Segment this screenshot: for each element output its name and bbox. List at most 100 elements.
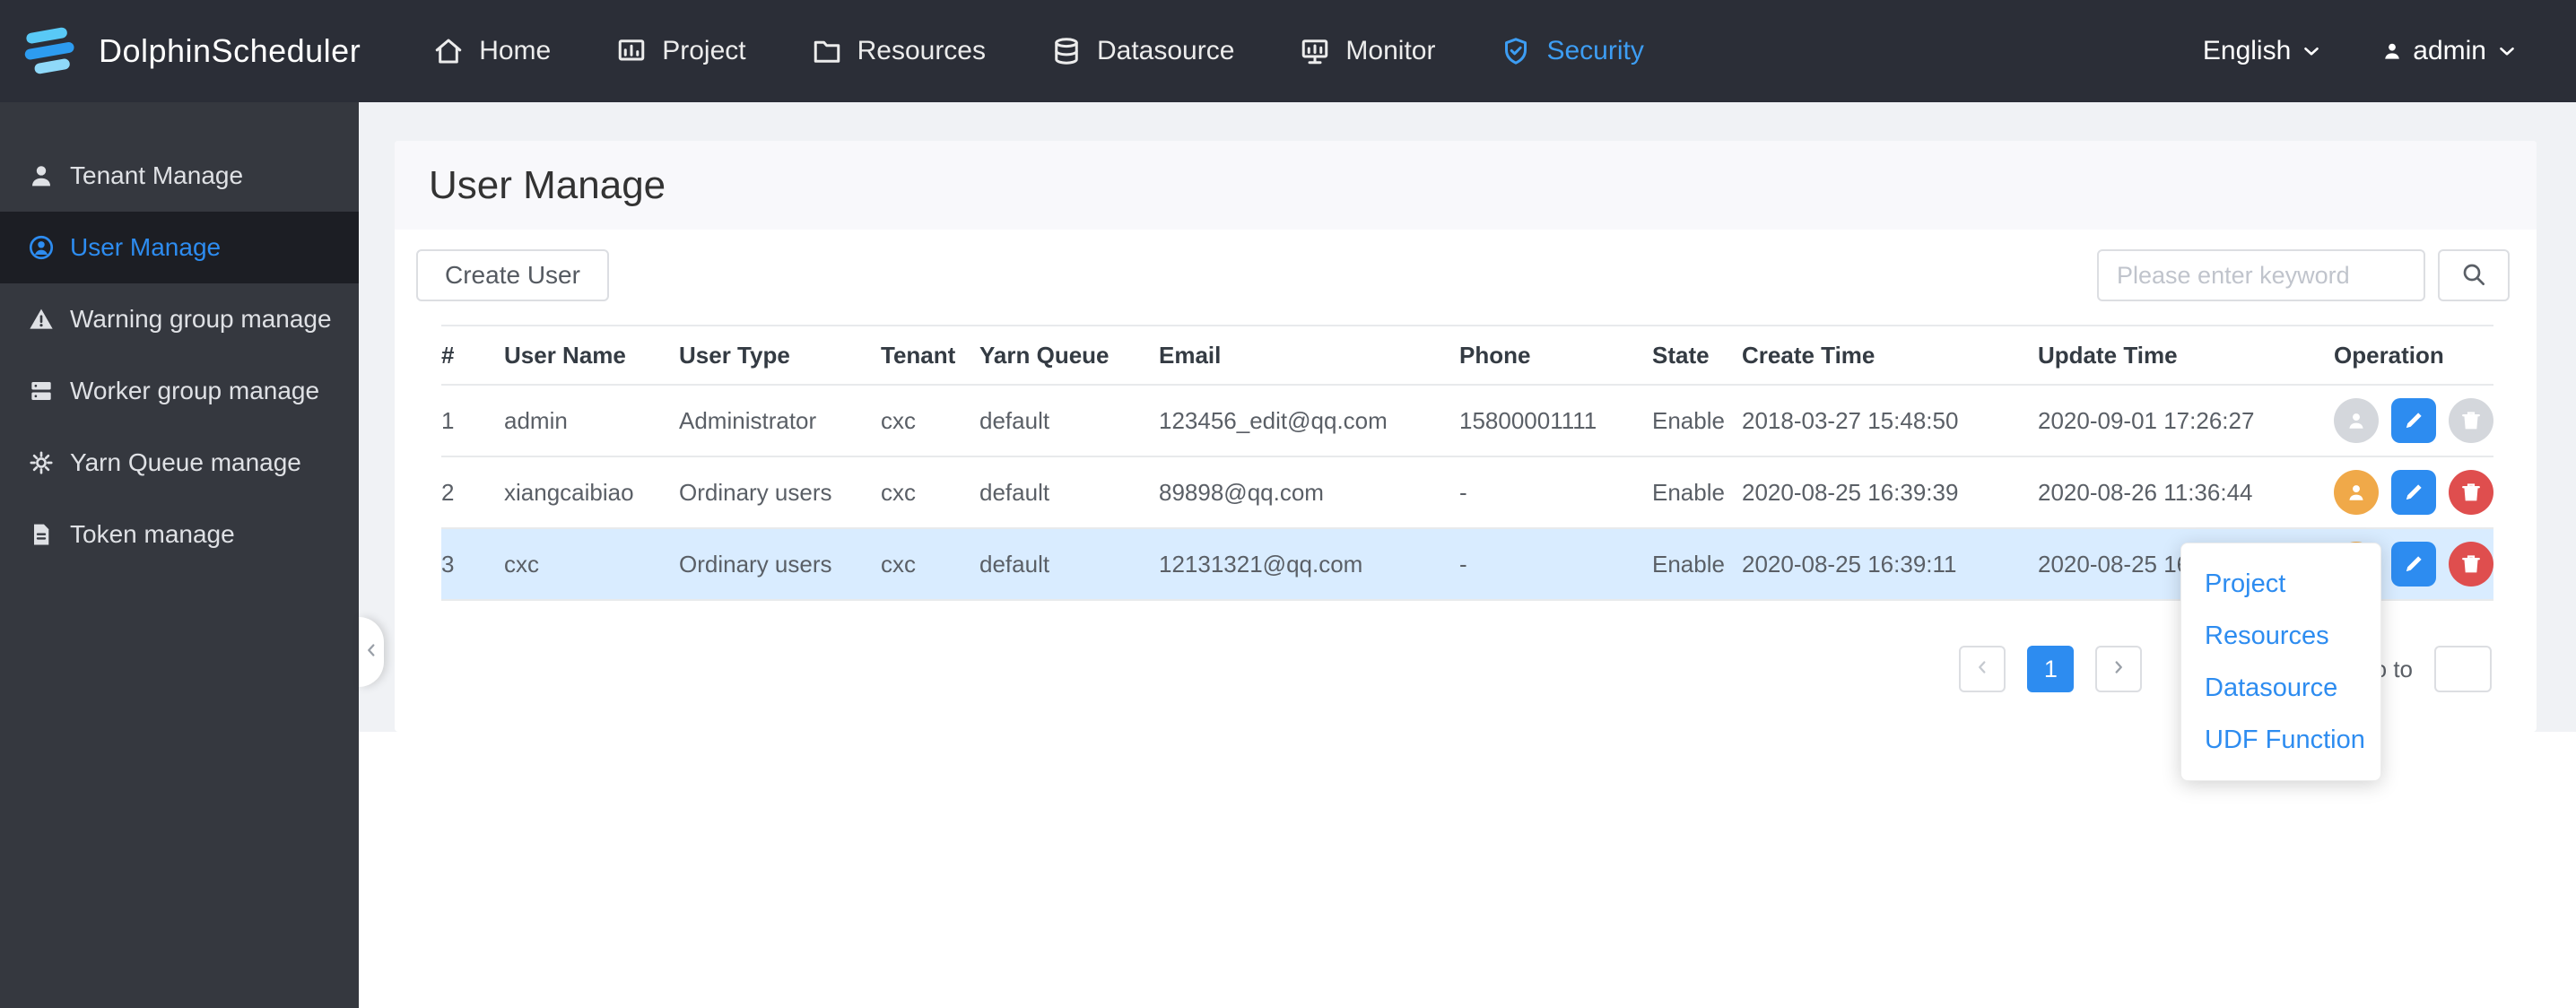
delete-user-button[interactable] (2449, 470, 2493, 515)
col-header-user-type: User Type (679, 325, 881, 386)
col-header-operation: Operation (2334, 325, 2493, 386)
table-header-row: # User Name User Type Tenant Yarn Queue … (441, 325, 2493, 386)
cell-state: Enable (1652, 385, 1742, 457)
project-icon (615, 35, 648, 67)
page-title: User Manage (429, 162, 666, 207)
authorize-user-icon (2344, 408, 2369, 433)
authorize-user-icon (2344, 480, 2369, 505)
sidebar-item-label: Warning group manage (70, 305, 332, 333)
sidebar-item-warning-group-manage[interactable]: Warning group manage (0, 283, 359, 355)
cell-email: 123456_edit@qq.com (1159, 385, 1459, 457)
nav-item-label: Home (479, 36, 552, 65)
yarn-queue-gear-icon (27, 448, 56, 477)
cell-update-time: 2020-08-26 11:36:44 (2038, 456, 2334, 529)
authorize-menu-item-datasource[interactable]: Datasource (2181, 662, 2380, 714)
search-box (2097, 249, 2510, 301)
content-top-gap (359, 102, 2576, 141)
row-operations (2334, 470, 2493, 515)
chevron-down-icon (2300, 39, 2323, 63)
cell-index: 2 (441, 456, 504, 529)
cell-create-time: 2020-08-25 16:39:39 (1742, 456, 2038, 529)
cell-update-time: 2020-09-01 17:26:27 (2038, 385, 2334, 457)
col-header-tenant: Tenant (881, 325, 979, 386)
user-menu[interactable]: admin (2380, 36, 2519, 66)
row-operations (2334, 398, 2493, 443)
sidebar-item-tenant-manage[interactable]: Tenant Manage (0, 140, 359, 212)
pagination-page-1[interactable]: 1 (2027, 646, 2075, 692)
edit-user-button[interactable] (2391, 470, 2436, 515)
sidebar-item-label: Token manage (70, 520, 235, 548)
chevron-right-icon (2109, 656, 2128, 683)
pagination-next-button[interactable] (2095, 646, 2143, 692)
cell-create-time: 2020-08-25 16:39:11 (1742, 528, 2038, 601)
sidebar-item-worker-group-manage[interactable]: Worker group manage (0, 355, 359, 427)
cell-yarn-queue: default (979, 456, 1159, 529)
col-header-yarn-queue: Yarn Queue (979, 325, 1159, 386)
nav-item-datasource[interactable]: Datasource (1050, 35, 1234, 67)
sidebar-item-label: Yarn Queue manage (70, 448, 301, 476)
cell-state: Enable (1652, 528, 1742, 601)
nav-item-resources[interactable]: Resources (811, 35, 986, 67)
monitor-icon (1299, 35, 1331, 67)
cell-user-name: xiangcaibiao (504, 456, 679, 529)
home-icon (432, 35, 465, 67)
cell-yarn-queue: default (979, 385, 1159, 457)
goto-page-input[interactable] (2434, 646, 2492, 692)
nav-item-label: Security (1546, 36, 1644, 65)
pagination-prev-button[interactable] (1959, 646, 2006, 692)
nav-item-security[interactable]: Security (1500, 35, 1644, 67)
nav-item-label: Datasource (1097, 36, 1235, 65)
edit-pencil-icon (2401, 408, 2426, 433)
sidebar-item-yarn-queue-manage[interactable]: Yarn Queue manage (0, 427, 359, 499)
cell-email: 12131321@qq.com (1159, 528, 1459, 601)
sidebar-item-token-manage[interactable]: Token manage (0, 499, 359, 570)
language-label: English (2202, 36, 2292, 65)
toolbar: Create User (395, 249, 2537, 301)
authorize-menu-item-project[interactable]: Project (2181, 558, 2380, 610)
cell-user-name: cxc (504, 528, 679, 601)
token-file-icon (27, 520, 56, 549)
authorize-user-button (2334, 398, 2379, 443)
nav-item-monitor[interactable]: Monitor (1299, 35, 1435, 67)
edit-user-button[interactable] (2391, 542, 2436, 587)
cell-tenant: cxc (881, 385, 979, 457)
col-header-create-time: Create Time (1742, 325, 2038, 386)
edit-pencil-icon (2401, 480, 2426, 505)
user-icon (2380, 39, 2404, 63)
authorize-menu-item-udf-function[interactable]: UDF Function (2181, 714, 2380, 766)
language-selector[interactable]: English (2203, 36, 2323, 66)
delete-user-button[interactable] (2449, 542, 2493, 587)
cell-phone: - (1459, 456, 1652, 529)
table-row: 1 admin Administrator cxc default 123456… (441, 385, 2493, 457)
search-button[interactable] (2438, 249, 2510, 301)
warning-triangle-icon (27, 305, 56, 334)
app-root: DolphinScheduler Home Project Resources (0, 0, 2576, 1008)
search-input[interactable] (2097, 249, 2425, 301)
sidebar-item-label: Worker group manage (70, 377, 320, 404)
nav-item-label: Monitor (1345, 36, 1436, 65)
security-shield-icon (1500, 35, 1532, 67)
brand[interactable]: DolphinScheduler (0, 17, 361, 85)
delete-user-button (2449, 398, 2493, 443)
delete-trash-icon (2459, 552, 2484, 577)
cell-yarn-queue: default (979, 528, 1159, 601)
main-nav: Home Project Resources Datasource Monito… (432, 35, 1644, 67)
brand-name: DolphinScheduler (99, 32, 361, 69)
edit-pencil-icon (2401, 552, 2426, 577)
nav-item-project[interactable]: Project (615, 35, 746, 67)
datasource-icon (1050, 35, 1083, 67)
cell-phone: 15800001111 (1459, 385, 1652, 457)
cell-tenant: cxc (881, 456, 979, 529)
sidebar-item-user-manage[interactable]: User Manage (0, 212, 359, 283)
authorize-menu-item-resources[interactable]: Resources (2181, 610, 2380, 662)
create-user-button[interactable]: Create User (416, 249, 609, 301)
nav-item-home[interactable]: Home (432, 35, 551, 67)
username-label: admin (2413, 36, 2486, 65)
edit-user-button[interactable] (2391, 398, 2436, 443)
cell-index: 1 (441, 385, 504, 457)
sidebar-item-label: Tenant Manage (70, 161, 244, 189)
worker-server-icon (27, 377, 56, 405)
sidebar-item-label: User Manage (70, 233, 222, 261)
user-circle-icon (27, 233, 56, 262)
authorize-user-button[interactable] (2334, 470, 2379, 515)
